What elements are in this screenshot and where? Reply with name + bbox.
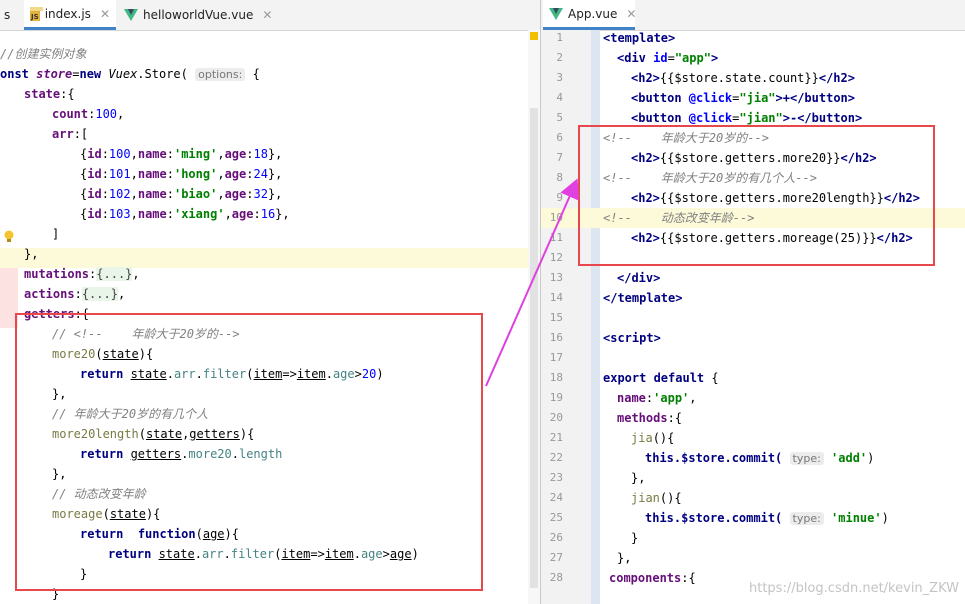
annotation-arrow: [485, 178, 579, 387]
